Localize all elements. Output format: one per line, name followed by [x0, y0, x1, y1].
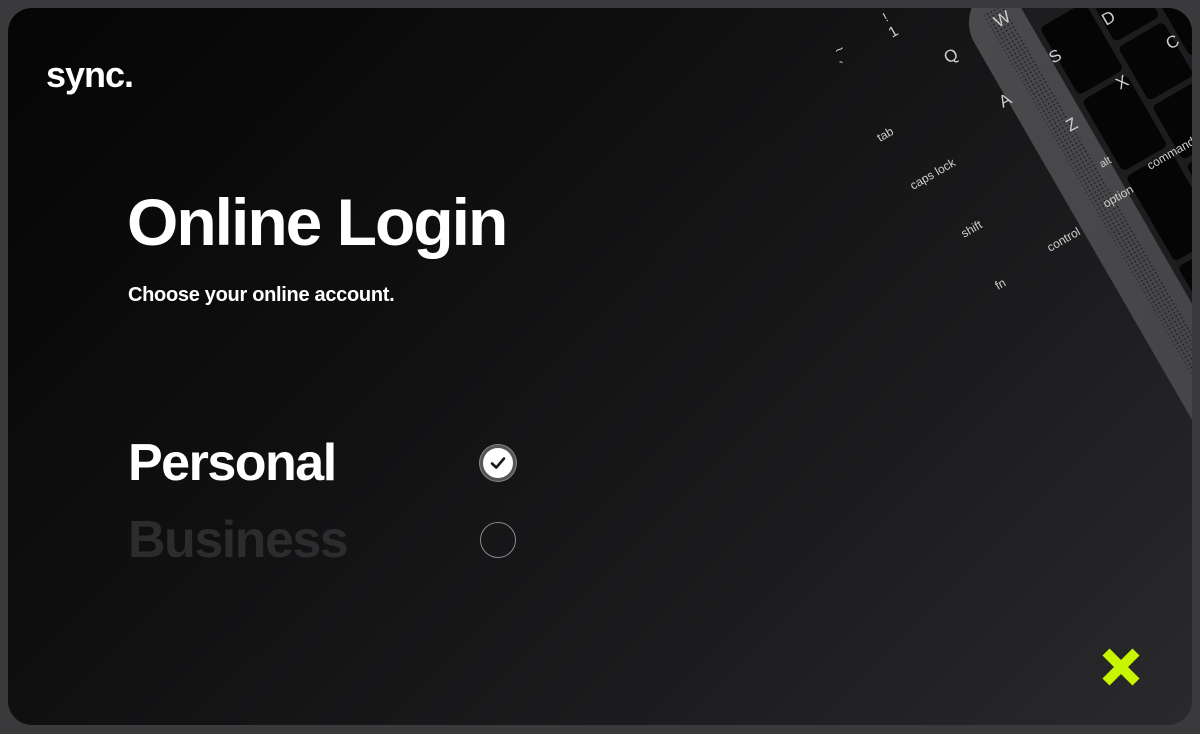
radio-unselected[interactable]: [480, 522, 516, 558]
svg-text:shift: shift: [959, 217, 986, 240]
account-option-personal[interactable]: Personal: [128, 433, 518, 493]
account-option-business[interactable]: Business: [128, 510, 518, 570]
page-subtitle: Choose your online account.: [128, 284, 395, 306]
brand-logo: sync.: [46, 54, 134, 95]
account-option-label: Personal: [128, 434, 337, 492]
svg-text:Q: Q: [941, 44, 962, 67]
close-button[interactable]: [1098, 644, 1144, 690]
svg-text:1: 1: [886, 23, 902, 42]
login-window: ~ ` ! 1 Q W S D C A X Z tab caps lock sh…: [8, 8, 1192, 725]
svg-text:!: !: [880, 10, 891, 25]
laptop-keyboard-illustration: ~ ` ! 1 Q W S D C A X Z tab caps lock sh…: [832, 8, 1192, 725]
close-icon: [1102, 648, 1140, 686]
svg-text:caps lock: caps lock: [908, 155, 959, 193]
svg-text:control: control: [1045, 224, 1083, 254]
page-title: Online Login: [127, 185, 508, 259]
checkmark-icon: [490, 457, 506, 469]
radio-selected[interactable]: [480, 445, 516, 481]
account-option-label: Business: [128, 511, 349, 569]
svg-text:tab: tab: [875, 124, 897, 145]
svg-text:fn: fn: [993, 275, 1009, 292]
svg-text:~: ~: [832, 40, 848, 59]
svg-text:`: `: [838, 58, 851, 75]
